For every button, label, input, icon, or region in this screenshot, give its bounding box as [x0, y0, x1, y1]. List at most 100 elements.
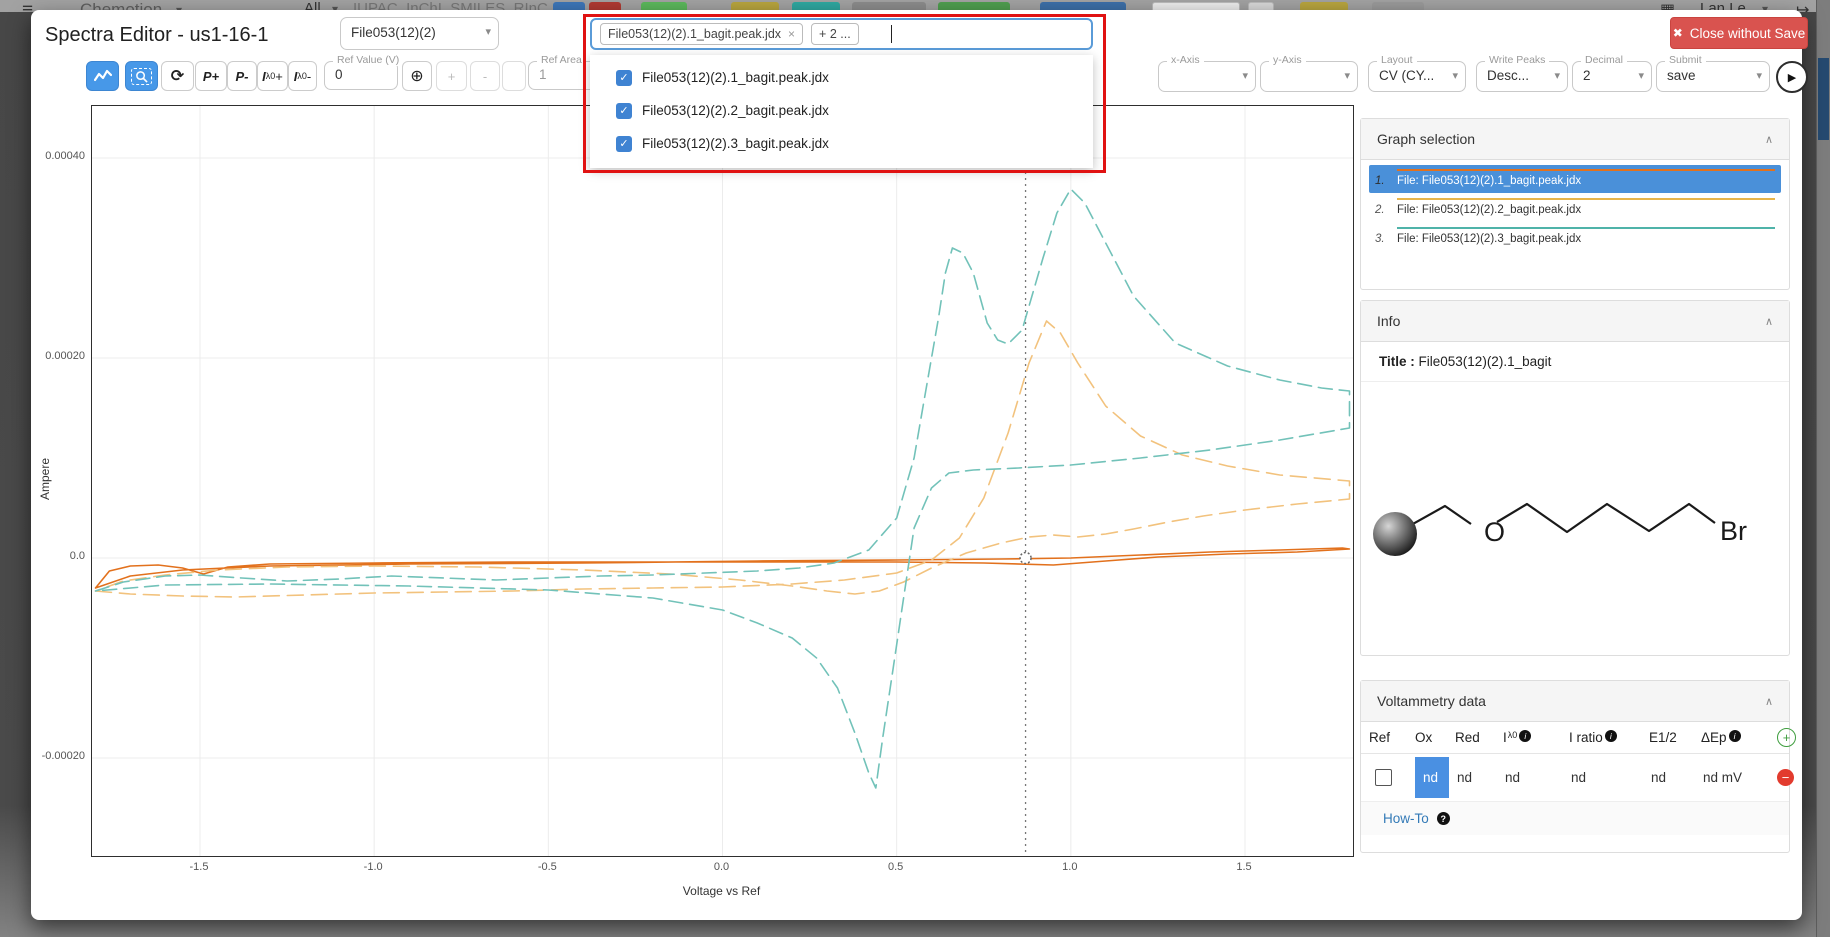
graph-selection-item[interactable]: 1.File: File053(12)(2).1_bagit.peak.jdx — [1369, 165, 1781, 193]
add-row-button[interactable]: + — [1777, 728, 1796, 747]
il0-remove-button[interactable]: Iλ0- — [288, 61, 317, 91]
scrollbar-thumb[interactable] — [1818, 58, 1829, 140]
y-tick-label: 0.00040 — [31, 150, 85, 162]
voltammetry-table-header: RefOxRedIλ0iI ratioiE1/2ΔEpi+ — [1361, 722, 1789, 754]
close-without-save-button[interactable]: ✖ Close without Save — [1670, 17, 1808, 49]
y-tick-label: 0.0 — [31, 550, 85, 562]
voltammetry-cell[interactable]: nd — [1569, 770, 1649, 785]
more-files-badge[interactable]: + 2 ... — [811, 23, 859, 45]
decrement-label: - — [483, 69, 487, 84]
voltammetry-cell[interactable]: nd — [1415, 757, 1449, 798]
graph-selection-header[interactable]: Graph selection ∧ — [1361, 119, 1789, 160]
x-tick-label: -1.5 — [174, 861, 224, 873]
menu-icon[interactable]: ≡ — [22, 0, 33, 12]
graph-item-label: File: File053(12)(2).2_bagit.peak.jdx — [1397, 204, 1775, 216]
il0-add-button[interactable]: Iλ0+ — [257, 61, 288, 91]
line-chart-mode-button[interactable] — [86, 61, 119, 91]
column-header: Ref — [1369, 730, 1415, 745]
decimal-select[interactable]: Decimal 2 ▾ — [1572, 61, 1652, 92]
remove-tag-icon[interactable]: × — [788, 27, 795, 41]
voltammetry-cell[interactable]: nd — [1503, 770, 1569, 785]
decrement-button[interactable]: - — [470, 61, 500, 91]
x-axis-select[interactable]: x-Axis ▾ — [1158, 61, 1256, 92]
checkbox-checked-icon[interactable]: ✓ — [616, 103, 632, 119]
graph-item-index: 2. — [1375, 198, 1389, 216]
selected-file-tag[interactable]: File053(12)(2).1_bagit.peak.jdx × — [600, 23, 803, 45]
info-title: Info — [1377, 313, 1400, 329]
graph-selection-item[interactable]: 2. File: File053(12)(2).2_bagit.peak.jdx — [1369, 194, 1781, 222]
il0-remove-sub: λ0 — [297, 71, 307, 81]
voltammogram-plot[interactable] — [91, 105, 1354, 857]
marker-handle[interactable] — [1020, 553, 1031, 564]
write-peaks-label: Write Peaks — [1485, 54, 1549, 66]
file-dropdown-option[interactable]: ✓File053(12)(2).3_bagit.peak.jdx — [590, 127, 1093, 160]
reset-zoom-button[interactable]: ⟳ — [161, 61, 194, 91]
decimal-value: 2 — [1583, 68, 1591, 83]
info-icon[interactable]: i — [1729, 730, 1741, 742]
voltammetry-header[interactable]: Voltammetry data ∧ — [1361, 681, 1789, 722]
voltammetry-cell[interactable]: nd — [1455, 770, 1503, 785]
chevron-down-icon: ▾ — [1452, 69, 1458, 82]
info-title-value: File053(12)(2).1_bagit — [1419, 354, 1552, 369]
voltammetry-cell[interactable]: nd mV — [1701, 770, 1777, 785]
write-peaks-select[interactable]: Write Peaks Desc... ▾ — [1476, 61, 1568, 92]
column-header: I ratioi — [1569, 730, 1649, 745]
info-icon[interactable]: i — [1605, 730, 1617, 742]
howto-link[interactable]: How-To — [1383, 811, 1429, 826]
page-scrollbar[interactable] — [1816, 0, 1830, 937]
spectrum-file-select[interactable]: File053(12)(2) ▾ — [340, 17, 499, 50]
increment-button[interactable]: + — [436, 61, 467, 91]
file-dropdown-option[interactable]: ✓File053(12)(2).1_bagit.peak.jdx — [590, 61, 1093, 94]
peak-add-button[interactable]: P+ — [195, 61, 227, 91]
layout-value: CV (CY... — [1379, 68, 1434, 83]
x-tick-label: -1.0 — [348, 861, 398, 873]
collapse-icon[interactable]: ∧ — [1765, 133, 1773, 146]
submit-select[interactable]: Submit save ▾ — [1656, 61, 1770, 92]
collapse-icon[interactable]: ∧ — [1765, 695, 1773, 708]
atom-br: Br — [1720, 516, 1747, 546]
file-dropdown-option[interactable]: ✓File053(12)(2).2_bagit.peak.jdx — [590, 94, 1093, 127]
graph-item-index: 1. — [1375, 169, 1389, 187]
y-axis-select[interactable]: y-Axis ▾ — [1260, 61, 1358, 92]
zoom-select-icon — [131, 68, 152, 85]
text-cursor — [891, 25, 893, 43]
file-multiselect-input[interactable]: File053(12)(2).1_bagit.peak.jdx × + 2 ..… — [590, 18, 1093, 50]
run-submit-button[interactable]: ▶ — [1776, 61, 1808, 93]
blank-stepper-field[interactable] — [502, 61, 526, 91]
chevron-down-icon: ▾ — [1554, 69, 1560, 82]
column-header: E1/2 — [1649, 730, 1701, 745]
selected-file-tag-label: File053(12)(2).1_bagit.peak.jdx — [608, 27, 781, 41]
column-header: ΔEpi — [1701, 730, 1777, 745]
close-icon: ✖ — [1673, 26, 1683, 40]
checkbox-checked-icon[interactable]: ✓ — [616, 70, 632, 86]
voltammetry-table-row: ndndndndndnd mV− — [1361, 754, 1789, 802]
x-tick-label: 0.0 — [697, 861, 747, 873]
peak-remove-button[interactable]: P- — [227, 61, 257, 91]
info-icon[interactable]: i — [1519, 730, 1531, 742]
ref-value-input[interactable]: Ref Value (V) 0 — [324, 61, 398, 90]
graph-selection-list: 1.File: File053(12)(2).1_bagit.peak.jdx2… — [1361, 160, 1789, 257]
info-header[interactable]: Info ∧ — [1361, 301, 1789, 342]
checkbox-checked-icon[interactable]: ✓ — [616, 136, 632, 152]
ref-value-field: 0 — [335, 67, 343, 82]
series-color-line — [1397, 198, 1775, 200]
collapse-icon[interactable]: ∧ — [1765, 315, 1773, 328]
y-axis-title: Ampere — [38, 439, 52, 519]
remove-row-button[interactable]: − — [1777, 769, 1794, 786]
ref-area-label: Ref Area — [537, 54, 586, 66]
close-button-label: Close without Save — [1690, 26, 1806, 41]
chevron-down-icon: ▾ — [485, 25, 491, 38]
set-ref-point-button[interactable]: ⊕ — [402, 61, 432, 91]
chevron-down-icon: ▾ — [1242, 69, 1248, 82]
layout-select[interactable]: Layout CV (CY... ▾ — [1368, 61, 1466, 92]
y-tick-label: 0.00020 — [31, 350, 85, 362]
zoom-select-button[interactable] — [125, 61, 158, 91]
graph-selection-item[interactable]: 3.File: File053(12)(2).3_bagit.peak.jdx — [1369, 223, 1781, 251]
increment-label: + — [448, 69, 456, 84]
submit-label: Submit — [1665, 54, 1706, 66]
question-icon[interactable]: ? — [1437, 812, 1450, 825]
spectrum-file-select-value: File053(12)(2) — [351, 25, 436, 40]
voltammetry-cell[interactable]: nd — [1649, 770, 1701, 785]
ref-checkbox[interactable] — [1375, 769, 1392, 786]
info-title-row: Title : File053(12)(2).1_bagit — [1361, 342, 1789, 382]
